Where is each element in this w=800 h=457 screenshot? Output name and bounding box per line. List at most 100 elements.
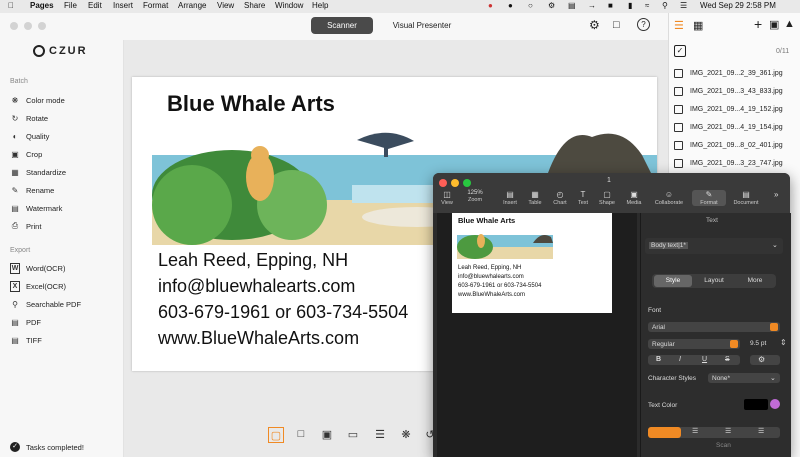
status-icon-4[interactable]: ▤ [568, 1, 576, 10]
menu-arrange[interactable]: Arrange [178, 1, 206, 10]
control-center-icon[interactable]: ☰ [680, 1, 687, 10]
align-left-button[interactable] [648, 427, 681, 438]
auto-crop-tool-icon[interactable]: ▢ [268, 427, 284, 443]
deskew-tool-icon[interactable]: ▭ [346, 427, 360, 441]
settings-icon[interactable]: ⚙ [589, 18, 600, 32]
status-icon-5[interactable]: → [588, 1, 596, 10]
sidebar-item-quality[interactable]: ◐ Quality [10, 130, 50, 142]
adjust-tool-icon[interactable]: ☰ [373, 427, 387, 441]
list-view-icon[interactable]: ☰ [674, 19, 684, 32]
sidebar-item-searchable-pdf[interactable]: ⚲ Searchable PDF [10, 298, 81, 310]
wifi-icon[interactable]: ≈ [645, 1, 649, 10]
sidebar-item-rename[interactable]: ✎ Rename [10, 184, 55, 196]
status-icon-6[interactable]: ■ [608, 1, 613, 10]
underline-button[interactable]: U [702, 356, 707, 363]
window-zoom-button[interactable] [38, 22, 46, 30]
status-icon-1[interactable]: ● [508, 1, 513, 10]
sidebar-item-color-mode[interactable]: ❋ Color mode [10, 94, 65, 106]
tab-layout[interactable]: Layout [694, 275, 734, 287]
pages-toolbar-text[interactable]: T Text [570, 190, 596, 206]
add-icon[interactable]: + [754, 16, 762, 32]
text-options-button[interactable]: ⚙ [750, 355, 780, 365]
sidebar-item-print[interactable]: ⎙ Print [10, 220, 42, 232]
pages-toolbar-shape[interactable]: ▢ Shape [594, 190, 620, 206]
file-item[interactable]: IMG_2021_09...3_23_747.jpg [674, 157, 783, 169]
tab-scanner[interactable]: Scanner [311, 17, 373, 34]
pages-toolbar-format[interactable]: ✎ Format [692, 190, 726, 206]
menu-format[interactable]: Format [143, 1, 168, 10]
text-color-swatch[interactable] [744, 399, 768, 410]
status-icon-2[interactable]: ○ [528, 1, 533, 10]
pages-toolbar-insert[interactable]: ▤ Insert [497, 190, 523, 206]
menu-edit[interactable]: Edit [88, 1, 102, 10]
pages-toolbar-view[interactable]: ◫ View [434, 190, 460, 206]
pages-toolbar-table[interactable]: ▦ Table [522, 190, 548, 206]
color-tool-icon[interactable]: ❋ [399, 427, 413, 441]
align-right-icon[interactable]: ☰ [725, 427, 731, 435]
tab-visual-presenter[interactable]: Visual Presenter [382, 17, 462, 34]
select-area-tool-icon[interactable]: □ [294, 427, 308, 441]
paragraph-style-selector[interactable]: Body text|1* ⌄ [645, 238, 783, 254]
file-item[interactable]: IMG_2021_09...4_19_154.jpg [674, 121, 783, 133]
color-wheel-icon[interactable] [770, 399, 780, 409]
sidebar-item-word-ocr[interactable]: W Word(OCR) [10, 262, 65, 274]
menu-insert[interactable]: Insert [113, 1, 133, 10]
pages-toolbar-media[interactable]: ▣ Media [621, 190, 647, 206]
menu-help[interactable]: Help [312, 1, 328, 10]
crop-tool-icon[interactable]: ▣ [320, 427, 334, 441]
menu-pages[interactable]: Pages [30, 1, 54, 10]
help-icon[interactable]: ? [637, 18, 650, 31]
file-checkbox[interactable] [674, 68, 683, 78]
align-justify-icon[interactable]: ☰ [758, 427, 764, 435]
sidebar-item-watermark[interactable]: ▤ Watermark [10, 202, 62, 214]
pages-zoom-button[interactable] [463, 179, 471, 187]
file-item[interactable]: IMG_2021_09...4_19_152.jpg [674, 103, 783, 115]
sidebar-item-standardize[interactable]: ▦ Standardize [10, 166, 66, 178]
file-item[interactable]: IMG_2021_09...8_02_401.jpg [674, 139, 783, 151]
font-size-stepper-icon[interactable]: ⇕ [780, 338, 787, 347]
italic-button[interactable]: I [679, 356, 681, 363]
window-minimize-button[interactable] [24, 22, 32, 30]
folder-icon[interactable]: ▣ [769, 18, 779, 31]
pages-toolbar-zoom[interactable]: 125% Zoom [462, 190, 488, 203]
battery-icon[interactable]: ▮ [628, 1, 632, 10]
sidebar-item-pdf[interactable]: ▤ PDF [10, 316, 41, 328]
pages-document-page[interactable]: Blue Whale Arts Leah Reed, Epping, NH in… [452, 213, 612, 313]
toolbar-overflow-icon[interactable]: » [774, 190, 778, 199]
sidebar-item-rotate[interactable]: ↻ Rotate [10, 112, 48, 124]
message-icon[interactable]: □ [613, 19, 620, 31]
file-checkbox[interactable] [674, 104, 683, 114]
strikethrough-button[interactable]: S [725, 356, 730, 363]
bold-button[interactable]: B [656, 356, 661, 363]
sidebar-item-tiff[interactable]: ▤ TIFF [10, 334, 42, 346]
file-checkbox[interactable] [674, 140, 683, 150]
record-icon[interactable]: ● [488, 1, 493, 10]
align-center-icon[interactable]: ☰ [692, 427, 698, 435]
apple-icon[interactable]:  [8, 1, 14, 10]
file-item[interactable]: IMG_2021_09...3_43_833.jpg [674, 85, 783, 97]
menu-file[interactable]: File [64, 1, 77, 10]
sidebar-item-excel-ocr[interactable]: X Excel(OCR) [10, 280, 66, 292]
search-icon[interactable]: ⚲ [662, 1, 668, 10]
clock[interactable]: Wed Sep 29 2:58 PM [700, 1, 776, 10]
pages-toolbar-document[interactable]: ▤ Document [729, 190, 763, 206]
status-icon-3[interactable]: ⚙ [548, 1, 555, 10]
character-styles-select[interactable]: None* ⌄ [708, 373, 780, 383]
pages-minimize-button[interactable] [451, 179, 459, 187]
sidebar-item-crop[interactable]: ▣ Crop [10, 148, 42, 160]
grid-view-icon[interactable]: ▦ [693, 19, 703, 32]
menu-share[interactable]: Share [244, 1, 265, 10]
pages-close-button[interactable] [439, 179, 447, 187]
font-family-select[interactable]: Arial [648, 322, 780, 332]
file-checkbox[interactable] [674, 86, 683, 96]
file-checkbox[interactable] [674, 158, 683, 168]
select-all-checkbox[interactable]: ✓ [674, 45, 686, 57]
font-weight-select[interactable]: Regular [648, 339, 740, 349]
pages-toolbar-collaborate[interactable]: ☺ Collaborate [650, 190, 688, 206]
menu-window[interactable]: Window [275, 1, 303, 10]
trash-icon[interactable]: ▲ [784, 18, 795, 30]
font-size-value[interactable]: 9.5 pt [750, 340, 766, 347]
menu-view[interactable]: View [217, 1, 234, 10]
tab-style[interactable]: Style [654, 275, 692, 287]
file-item[interactable]: IMG_2021_09...2_39_361.jpg [674, 67, 783, 79]
